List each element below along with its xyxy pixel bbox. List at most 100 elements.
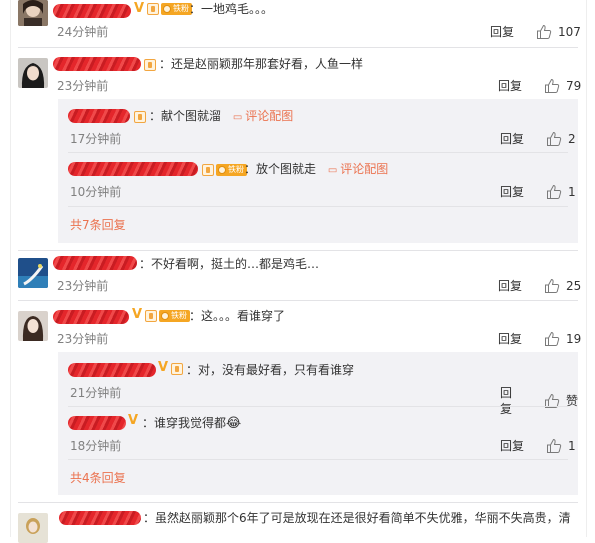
sub-reply-text: ：献个图就溜 (149, 109, 222, 123)
username-redacted[interactable] (53, 256, 137, 270)
sub-reply-list: V ：对，没有最好看，只有看谁穿 21分钟前 回复 赞 V ：谁穿我觉得都😂 1… (58, 352, 578, 495)
comment-actions: 回复 107 (490, 24, 581, 40)
image-icon: ▭ (327, 165, 338, 176)
reply-time: 17分钟前 (70, 132, 122, 146)
like-count: 19 (566, 332, 582, 346)
reply-actions: 回复 1 (500, 438, 576, 454)
fan-badge: 铁粉 (159, 310, 190, 322)
verified-v-icon: V (158, 360, 169, 375)
comment-image-label: 评论配图 (340, 162, 389, 176)
sub-reply-text-wrap: ：谁穿我觉得都😂 (142, 415, 241, 432)
reply-button[interactable]: 回复 (500, 385, 522, 417)
username-redacted[interactable] (68, 416, 126, 430)
like-button[interactable]: 107 (536, 24, 581, 40)
thumbs-up-icon (545, 331, 560, 346)
laugh-cry-emoji-icon: 😂 (226, 416, 242, 431)
level-icon (134, 111, 146, 123)
level-icon (147, 3, 159, 15)
comment-image-link[interactable]: ▭ 评论配图 (328, 162, 388, 176)
divider (18, 502, 578, 503)
like-count: 25 (566, 279, 582, 293)
sub-reply-text-wrap: ：放个图就走 ▭ 评论配图 (244, 161, 388, 179)
comment-time: 23分钟前 (57, 79, 109, 93)
thumbs-up-icon (545, 78, 560, 93)
avatar[interactable] (18, 513, 48, 543)
reply-time: 21分钟前 (70, 386, 122, 400)
sub-reply-text-wrap: ：献个图就溜 ▭ 评论配图 (149, 108, 293, 126)
reply-button[interactable]: 回复 (498, 278, 522, 294)
like-count: 107 (558, 25, 581, 39)
avatar[interactable] (18, 258, 48, 288)
comment-text: ：不好看啊，挺土的…都是鸡毛… (139, 257, 320, 271)
reply-button[interactable]: 回复 (498, 331, 522, 347)
sub-reply-text: ：放个图就走 (244, 162, 317, 176)
fan-badge: 铁粉 (161, 3, 192, 15)
level-icon (171, 363, 183, 375)
comment-text: ：这。。。看谁穿了 (189, 309, 286, 323)
reply-button[interactable]: 回复 (498, 78, 522, 94)
like-count: 2 (568, 132, 576, 146)
sub-reply-text: ：对，没有最好看，只有看谁穿 (186, 363, 355, 377)
comment-time: 23分钟前 (57, 332, 109, 346)
divider (68, 459, 568, 460)
comment-image-link[interactable]: ▭ 评论配图 (233, 109, 293, 123)
divider (18, 250, 578, 251)
username-redacted[interactable] (53, 310, 129, 324)
comment-actions: 回复 19 (498, 331, 581, 347)
sub-reply-text: ：谁穿我觉得都 (142, 416, 227, 430)
comment-panel: V 铁粉 ：一地鸡毛。。。 24分钟前 回复 107 ：还是赵丽颖那年那套好看，… (10, 0, 587, 543)
level-icon (144, 59, 156, 71)
comment-actions: 回复 25 (498, 278, 581, 294)
image-icon: ▭ (232, 112, 243, 123)
username-redacted[interactable] (53, 4, 131, 18)
sub-reply-list: ：献个图就溜 ▭ 评论配图 17分钟前 回复 2 铁粉 ：放个图就走 ▭ 评论配图 … (58, 99, 578, 243)
comment-time: 24分钟前 (57, 25, 109, 39)
avatar[interactable] (18, 311, 48, 341)
divider (68, 152, 568, 153)
divider (18, 47, 578, 48)
reply-button[interactable]: 回复 (500, 131, 524, 147)
more-replies-link[interactable]: 共7条回复 (70, 217, 126, 233)
username-redacted[interactable] (53, 57, 141, 71)
username-redacted[interactable] (68, 109, 130, 123)
reply-time: 10分钟前 (70, 185, 122, 199)
divider (68, 406, 568, 407)
fan-badge: 铁粉 (216, 164, 247, 176)
level-icon (202, 164, 214, 176)
like-button[interactable]: 19 (544, 331, 581, 347)
username-redacted[interactable] (59, 511, 141, 525)
divider (68, 206, 568, 207)
username-redacted[interactable] (68, 363, 156, 377)
comment-text: ：还是赵丽颖那年那套好看，人鱼一样 (159, 57, 364, 71)
comment-image-label: 评论配图 (245, 109, 294, 123)
like-button[interactable]: 79 (544, 78, 581, 94)
thumbs-up-icon (547, 184, 562, 199)
reply-actions: 回复 赞 (500, 385, 578, 417)
like-button[interactable]: 1 (546, 184, 576, 200)
like-button[interactable]: 25 (544, 278, 581, 294)
reply-button[interactable]: 回复 (500, 184, 524, 200)
reply-button[interactable]: 回复 (500, 438, 524, 454)
like-count: 79 (566, 79, 582, 93)
thumbs-up-icon (537, 24, 552, 39)
like-count: 1 (568, 185, 576, 199)
thumbs-up-icon (547, 438, 562, 453)
like-button[interactable]: 1 (546, 438, 576, 454)
verified-v-icon: V (132, 307, 143, 322)
level-icon (145, 310, 157, 322)
reply-actions: 回复 1 (500, 184, 576, 200)
avatar[interactable] (18, 0, 48, 26)
avatar[interactable] (18, 58, 48, 88)
reply-time: 18分钟前 (70, 439, 122, 453)
like-button[interactable]: 2 (546, 131, 576, 147)
reply-actions: 回复 2 (500, 131, 576, 147)
verified-v-icon: V (128, 413, 139, 428)
like-count: 1 (568, 439, 576, 453)
thumbs-up-icon (545, 278, 560, 293)
divider (18, 300, 578, 301)
reply-button[interactable]: 回复 (490, 24, 514, 40)
verified-v-icon: V (134, 1, 145, 16)
comment-text: ：一地鸡毛。。。 (189, 2, 274, 16)
more-replies-link[interactable]: 共4条回复 (70, 470, 126, 486)
username-redacted[interactable] (68, 162, 198, 176)
